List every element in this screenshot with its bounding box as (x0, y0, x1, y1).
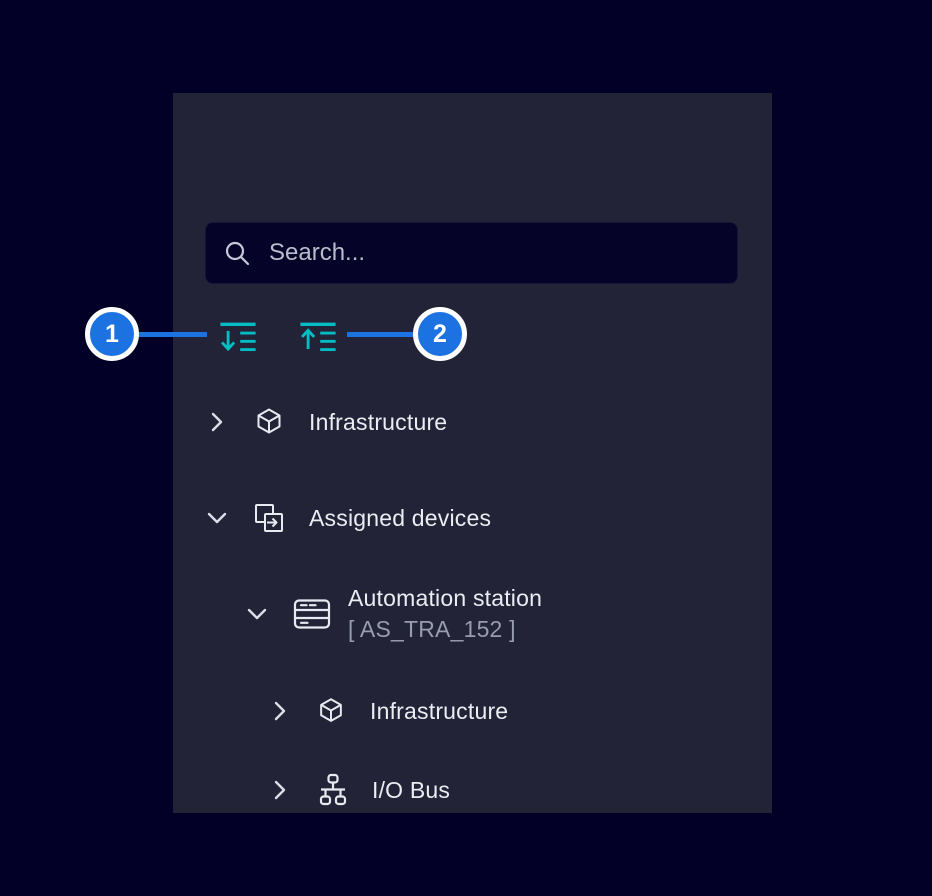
callout-number: 1 (105, 320, 119, 349)
tree-item-automation-station[interactable]: Automation station [ AS_TRA_152 ] (173, 581, 772, 647)
tree-item-label: Assigned devices (309, 503, 491, 534)
callout-connector-line (347, 332, 414, 337)
callout-badge-1: 1 (85, 307, 139, 361)
chevron-down-icon[interactable] (245, 602, 269, 626)
search-box[interactable] (205, 222, 738, 284)
chevron-right-icon[interactable] (205, 410, 229, 434)
callout-badge-2: 2 (413, 307, 467, 361)
automation-station-icon (293, 598, 331, 630)
io-bus-icon (316, 773, 350, 807)
callout-number: 2 (433, 320, 447, 349)
chevron-right-icon[interactable] (268, 778, 292, 802)
tree-item-infrastructure[interactable]: Infrastructure (173, 402, 772, 442)
tree-item-label: Infrastructure (370, 696, 508, 727)
tree-item-sublabel: [ AS_TRA_152 ] (348, 614, 542, 645)
search-icon (224, 240, 251, 267)
search-input[interactable] (267, 238, 719, 268)
tree-item-infrastructure-nested[interactable]: Infrastructure (173, 691, 772, 731)
cube-icon (253, 406, 285, 438)
callout-connector-line (137, 332, 207, 337)
chevron-right-icon[interactable] (268, 699, 292, 723)
tree-item-label: I/O Bus (372, 775, 450, 806)
tree-item-label: Infrastructure (309, 407, 447, 438)
cube-icon (316, 696, 346, 726)
device-tree-panel: Infrastructure Assigned devices (173, 93, 772, 813)
collapse-all-icon (298, 321, 338, 354)
expand-all-icon (218, 321, 258, 354)
tree-item-assigned-devices[interactable]: Assigned devices (173, 498, 772, 538)
collapse-all-button[interactable] (293, 315, 343, 359)
tree-item-label: Automation station (348, 583, 542, 614)
chevron-down-icon[interactable] (205, 506, 229, 530)
assigned-devices-icon (253, 502, 285, 534)
tree-item-io-bus[interactable]: I/O Bus (173, 770, 772, 810)
expand-all-button[interactable] (213, 315, 263, 359)
